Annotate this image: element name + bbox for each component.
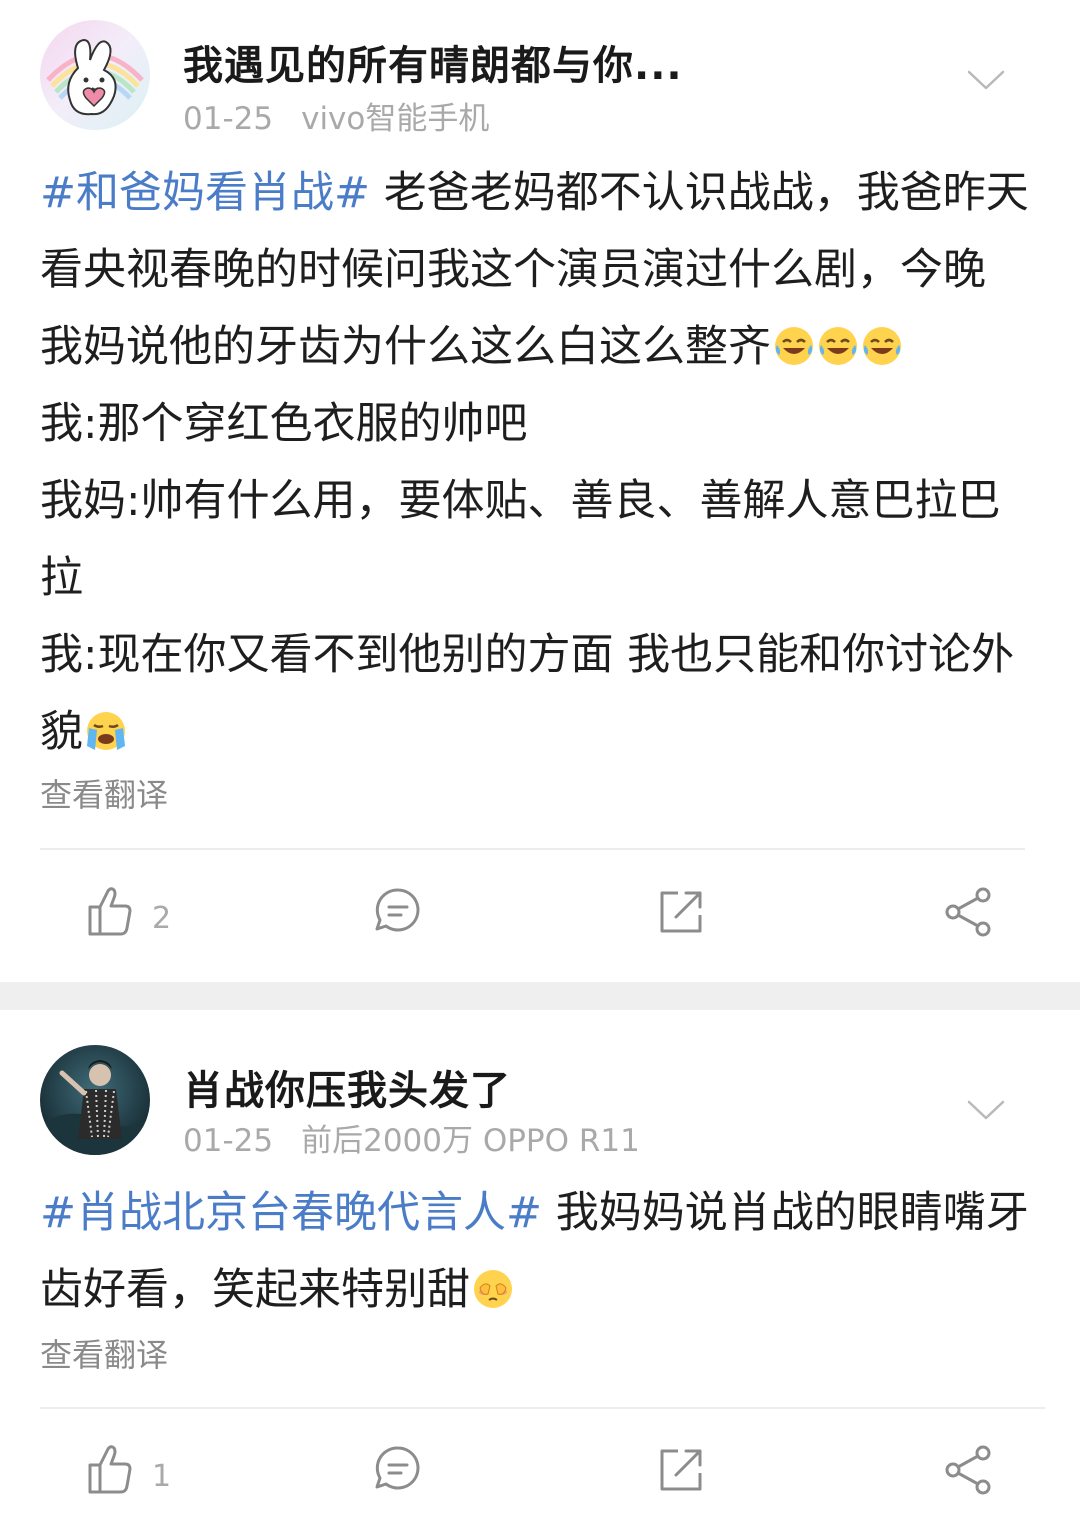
like-button[interactable]: 1: [86, 1443, 171, 1503]
post-device: 前后2000万 OPPO R11: [301, 1123, 640, 1159]
share-icon: [945, 887, 991, 937]
laugh-cry-emoji: [863, 327, 901, 365]
content-line: #和爸妈看肖战# 老爸老妈都不认识战战，我爸昨天: [40, 168, 1029, 218]
share-button[interactable]: [943, 1443, 995, 1503]
action-bar: 2: [0, 875, 1080, 955]
post-date: 01-25: [183, 101, 274, 137]
content-line: #肖战北京台春晚代言人# 我妈妈说肖战的眼睛嘴牙: [40, 1188, 1029, 1238]
hashtag-link[interactable]: #肖战北京台春晚代言人#: [40, 1188, 542, 1238]
repost-button[interactable]: [656, 885, 706, 945]
weibo-post-1: 我遇见的所有晴朗都与你... 01-25 vivo智能手机 #和爸妈看肖战# 老爸…: [0, 0, 1080, 982]
content-line: 我:那个穿红色衣服的帅吧: [40, 399, 528, 449]
view-translation-link[interactable]: 查看翻译: [40, 1330, 168, 1376]
divider: [40, 1407, 1045, 1409]
repost-icon: [660, 891, 702, 933]
sob-emoji: [87, 712, 125, 750]
action-bar: 1: [0, 1433, 1080, 1513]
content-line: 我妈:帅有什么用，要体贴、善良、善解人意巴拉巴: [40, 476, 1001, 526]
content-line: 我:现在你又看不到他别的方面 我也只能和你讨论外: [40, 630, 1015, 680]
share-button[interactable]: [943, 885, 995, 945]
post-content: #和爸妈看肖战# 老爸老妈都不认识战战，我爸昨天 看央视春晚的时候问我这个演员演…: [40, 155, 1040, 771]
comment-button[interactable]: [373, 885, 423, 945]
content-line: 貌: [40, 694, 1040, 771]
content-line: 拉: [40, 553, 83, 603]
username[interactable]: 肖战你压我头发了: [183, 1058, 511, 1116]
post-meta: 01-25 vivo智能手机: [183, 93, 489, 138]
comment-icon: [375, 1446, 420, 1490]
like-count: 2: [152, 901, 172, 936]
comment-icon: [375, 888, 420, 932]
hashtag-link[interactable]: #和爸妈看肖战#: [40, 168, 370, 218]
thumbs-up-icon: [88, 1445, 132, 1494]
divider: [40, 848, 1025, 850]
content-line: 看央视春晚的时候问我这个演员演过什么剧，今晚: [40, 245, 986, 295]
post-separator: [0, 982, 1080, 1010]
laugh-cry-emoji: [775, 327, 813, 365]
share-icon: [945, 1445, 991, 1495]
post-date: 01-25: [183, 1123, 274, 1159]
post-meta: 01-25 前后2000万 OPPO R11: [183, 1115, 640, 1160]
content-line: 齿好看，笑起来特别甜: [40, 1252, 1040, 1329]
thumbs-up-icon: [88, 887, 132, 936]
laugh-cry-emoji: [819, 327, 857, 365]
username[interactable]: 我遇见的所有晴朗都与你...: [183, 33, 683, 91]
like-button[interactable]: 2: [86, 885, 171, 945]
repost-button[interactable]: [656, 1443, 706, 1503]
chevron-down-icon[interactable]: [966, 68, 1006, 92]
post-device: vivo智能手机: [301, 101, 490, 137]
repost-icon: [660, 1449, 702, 1491]
avatar[interactable]: [40, 1045, 150, 1155]
chevron-down-icon[interactable]: [966, 1098, 1006, 1122]
comment-button[interactable]: [373, 1443, 423, 1503]
post-content: #肖战北京台春晚代言人# 我妈妈说肖战的眼睛嘴牙 齿好看，笑起来特别甜: [40, 1175, 1040, 1329]
performer-photo-avatar-icon: [40, 1045, 150, 1155]
bunny-avatar-icon: [40, 20, 150, 130]
content-line: 我妈说他的牙齿为什么这么白这么整齐: [40, 309, 1040, 386]
view-translation-link[interactable]: 查看翻译: [40, 770, 168, 816]
shy-emoji: [474, 1270, 512, 1308]
like-count: 1: [152, 1459, 172, 1494]
avatar[interactable]: [40, 20, 150, 130]
weibo-post-2: 肖战你压我头发了 01-25 前后2000万 OPPO R11 #肖战北京台春晚代…: [0, 1010, 1080, 1528]
